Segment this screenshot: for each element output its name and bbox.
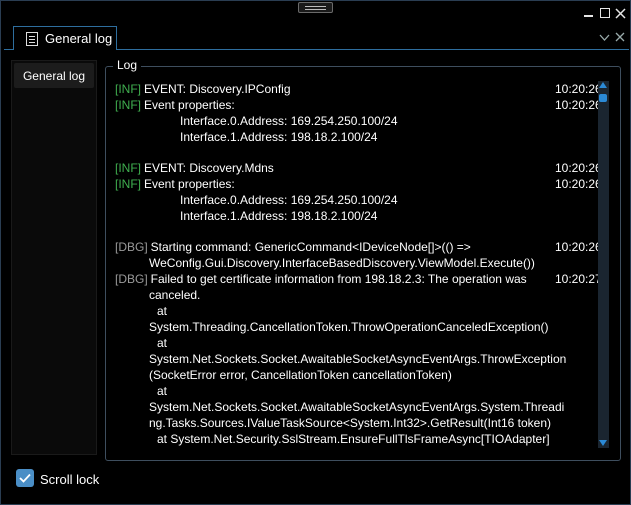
log-timestamp: 10:20:26: [555, 177, 599, 191]
log-entry: [INF] EVENT: Discovery.Mdns 10:20:26: [115, 160, 599, 176]
log-message-line: at: [157, 336, 168, 350]
minimize-icon: [584, 15, 593, 17]
log-message-line: at System.Net.Security.SslStream.EnsureF…: [157, 432, 550, 446]
log-message-line: ng.Tasks.Sources.IValueTaskSource<System…: [149, 416, 551, 430]
checkmark-icon: [19, 473, 31, 483]
log-message: Failed to get certificate information fr…: [150, 272, 527, 286]
log-timestamp: 10:20:26: [555, 98, 599, 112]
log-level: [INF]: [115, 161, 141, 175]
close-icon: [615, 7, 626, 19]
log-message: Event properties:: [144, 177, 235, 191]
log-entry: [INF] EVENT: Discovery.IPConfig 10:20:26: [115, 81, 599, 97]
scrollbar-thumb[interactable]: [599, 94, 607, 102]
log-level: [DBG]: [115, 240, 148, 254]
scroll-up-arrow-icon[interactable]: [599, 82, 607, 88]
log-message-line: (SocketError error, CancellationToken ca…: [149, 368, 452, 382]
log-message: EVENT: Discovery.IPConfig: [144, 82, 291, 96]
sidebar: General log: [11, 60, 97, 455]
scroll-lock-label[interactable]: Scroll lock: [40, 472, 99, 487]
log-message-line: Interface.1.Address: 198.18.2.100/24: [180, 209, 378, 223]
log-message-line: Interface.0.Address: 169.254.250.100/24: [180, 193, 398, 207]
log-message-line: at: [157, 304, 168, 318]
log-entry: [DBG] Starting command: GenericCommand<ID…: [115, 239, 599, 271]
log-entry: [INF] Event properties: 10:20:26 Interface…: [115, 97, 599, 145]
maximize-button[interactable]: [598, 6, 611, 20]
log-message: EVENT: Discovery.Mdns: [144, 161, 274, 175]
tab-close-button[interactable]: [615, 31, 625, 45]
scroll-lock-checkbox[interactable]: [16, 469, 34, 487]
log-entry: [INF] Event properties: 10:20:26 Interface…: [115, 176, 599, 224]
tab-dropdown-button[interactable]: [599, 31, 610, 45]
log-timestamp: 10:20:27: [555, 272, 599, 286]
log-message-line: System.Net.Sockets.Socket.AwaitableSocke…: [149, 400, 565, 414]
log-message-line: at: [157, 384, 168, 398]
sidebar-item-label: General log: [22, 68, 86, 83]
window-drag-handle[interactable]: [298, 2, 333, 13]
close-icon: [615, 32, 625, 42]
log-entry: [DBG] Failed to get certificate informati…: [115, 271, 599, 447]
log-timestamp: 10:20:26: [555, 240, 599, 254]
close-button[interactable]: [614, 6, 627, 20]
log-group-title: Log: [113, 58, 142, 72]
document-icon: [26, 31, 38, 46]
app-window: General log General log Log [INF] EVENT: …: [0, 0, 631, 505]
log-level: [INF]: [115, 82, 141, 96]
log-message-line: Interface.1.Address: 198.18.2.100/24: [180, 130, 378, 144]
scroll-down-arrow-icon[interactable]: [599, 440, 607, 446]
tab-label: General log: [45, 31, 113, 46]
log-message-line: WeConfig.Gui.Discovery.InterfaceBasedDis…: [149, 256, 535, 270]
log-scrollbar[interactable]: [598, 81, 609, 448]
tab-general-log[interactable]: General log: [13, 26, 117, 50]
log-timestamp: 10:20:26: [555, 161, 599, 175]
log-timestamp: 10:20:26: [555, 82, 599, 96]
log-message-line: Interface.0.Address: 169.254.250.100/24: [180, 114, 398, 128]
sidebar-item-general-log[interactable]: General log: [14, 63, 94, 88]
log-message: Event properties:: [144, 98, 235, 112]
log-message: Starting command: GenericCommand<IDevice…: [150, 240, 471, 254]
chevron-down-icon: [599, 34, 610, 41]
log-message-line: System.Net.Sockets.Socket.AwaitableSocke…: [149, 352, 567, 366]
log-message-line: System.Threading.CancellationToken.Throw…: [149, 320, 549, 334]
log-level: [DBG]: [115, 272, 148, 286]
minimize-button[interactable]: [582, 6, 595, 20]
maximize-icon: [599, 8, 610, 18]
log-level: [INF]: [115, 98, 141, 112]
log-view[interactable]: [INF] EVENT: Discovery.IPConfig 10:20:26 […: [115, 81, 599, 453]
log-message-line: canceled.: [149, 288, 201, 302]
log-level: [INF]: [115, 177, 141, 191]
